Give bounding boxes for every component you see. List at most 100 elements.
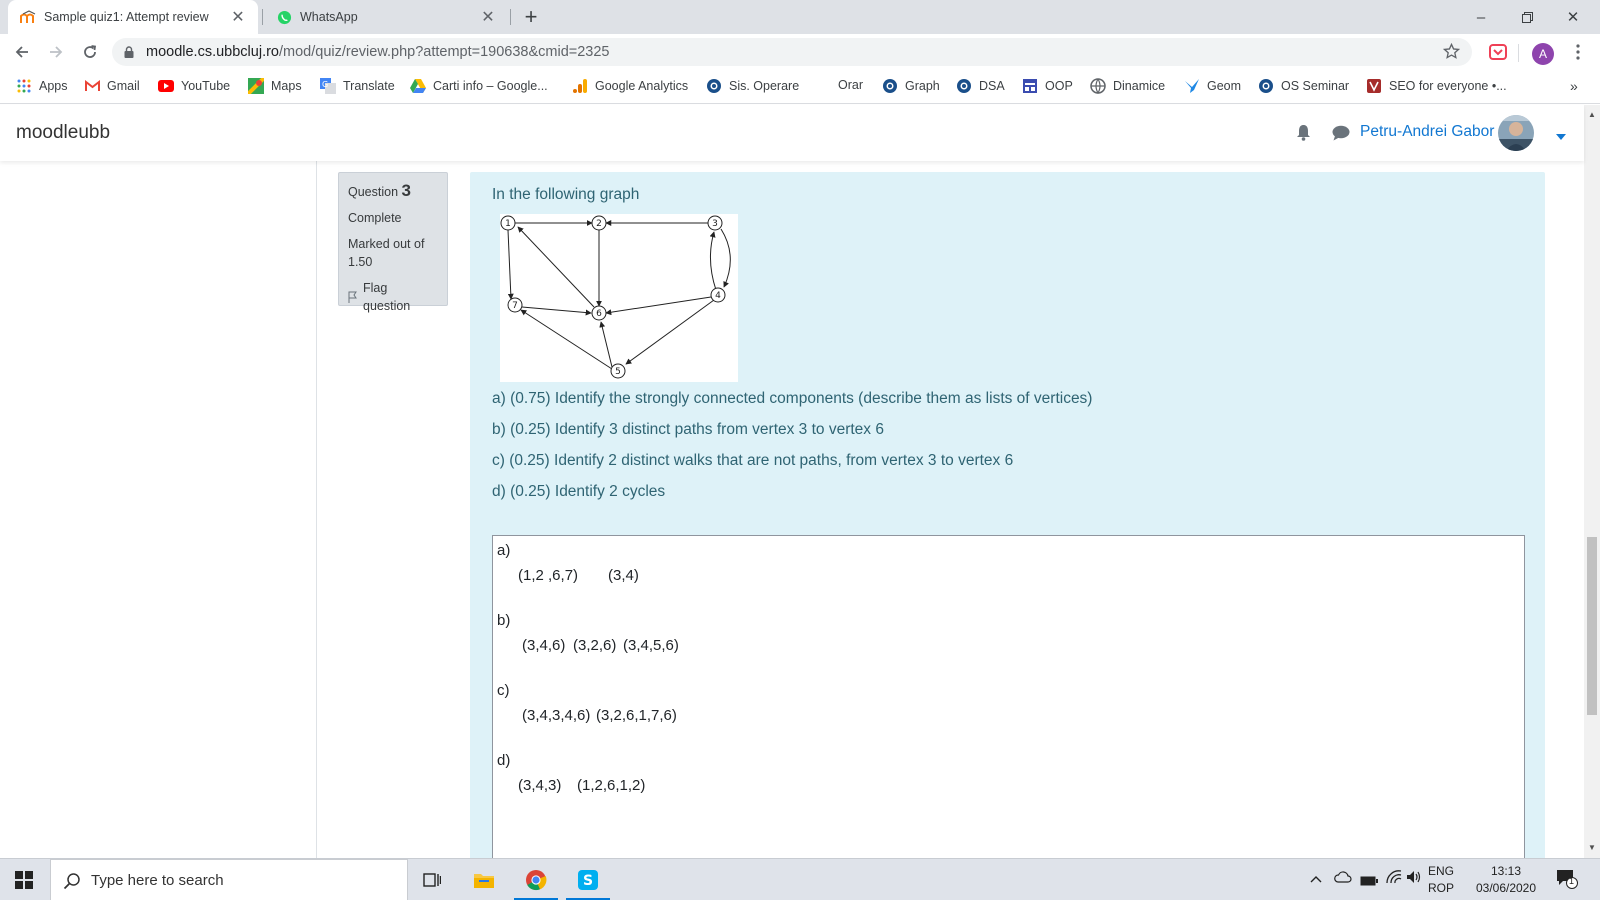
forward-icon[interactable] bbox=[42, 38, 70, 66]
page-scrollbar[interactable]: ▲ ▼ bbox=[1584, 105, 1600, 858]
flag-icon bbox=[348, 291, 358, 303]
onedrive-icon[interactable] bbox=[1334, 871, 1352, 888]
messages-icon[interactable] bbox=[1332, 125, 1350, 146]
site-brand[interactable]: moodleubb bbox=[16, 122, 110, 144]
bookmark-graph[interactable]: Graph bbox=[882, 78, 940, 94]
question-part-a: a) (0.75) Identify the strongly connecte… bbox=[492, 390, 1093, 407]
notification-bell-icon[interactable] bbox=[1296, 124, 1311, 146]
restore-icon[interactable] bbox=[1504, 0, 1550, 34]
bookmark-geom[interactable]: Geom bbox=[1184, 78, 1241, 94]
close-tab-icon[interactable]: ✕ bbox=[480, 7, 496, 27]
answer-value: (3,4,6) bbox=[522, 637, 566, 654]
show-hidden-icons-icon[interactable] bbox=[1310, 870, 1322, 886]
windows-taskbar: Type here to search S ENG ROP 13:13 03/0… bbox=[0, 858, 1600, 900]
seo-book-icon bbox=[1366, 78, 1382, 94]
edge-3-4 bbox=[720, 228, 731, 288]
browser-menu-icon[interactable] bbox=[1564, 38, 1592, 66]
close-tab-icon[interactable]: ✕ bbox=[230, 7, 246, 27]
bookmark-dsa[interactable]: DSA bbox=[956, 78, 1005, 94]
flag-label: Flag question bbox=[363, 281, 411, 313]
scroll-up-icon[interactable]: ▲ bbox=[1584, 107, 1600, 123]
close-window-icon[interactable]: ✕ bbox=[1550, 0, 1596, 34]
bookmark-seo[interactable]: SEO for everyone •... bbox=[1366, 78, 1507, 94]
bookmark-youtube[interactable]: YouTube bbox=[158, 78, 230, 94]
notifications-icon[interactable]: 1 bbox=[1556, 869, 1578, 892]
user-avatar[interactable] bbox=[1498, 115, 1534, 151]
bookmark-os-seminar[interactable]: OS Seminar bbox=[1258, 78, 1349, 94]
url-path: /mod/quiz/review.php?attempt=190638&cmid… bbox=[279, 44, 610, 60]
battery-icon[interactable] bbox=[1360, 873, 1378, 889]
wifi-icon[interactable] bbox=[1386, 870, 1402, 887]
language-indicator[interactable]: ENG ROP bbox=[1428, 863, 1454, 897]
star-icon[interactable] bbox=[1443, 43, 1460, 60]
edge-4-3 bbox=[709, 231, 717, 291]
answer-box[interactable]: a) (1,2 ,6,7) (3,4) b) (3,4,6) (3,2,6) (… bbox=[492, 535, 1525, 858]
answer-label-a: a) bbox=[497, 542, 511, 559]
question-grade: Marked out of 1.50 bbox=[348, 237, 425, 269]
edge-6-1 bbox=[517, 226, 595, 308]
skype-taskbar-icon[interactable]: S bbox=[564, 859, 612, 900]
user-name[interactable]: Petru-Andrei Gabor bbox=[1360, 123, 1494, 141]
new-tab-icon[interactable]: + bbox=[518, 4, 544, 30]
question-part-b: b) (0.25) Identify 3 distinct paths from… bbox=[492, 421, 884, 438]
bookmark-label: Apps bbox=[39, 79, 68, 93]
profile-avatar[interactable]: A bbox=[1532, 43, 1554, 65]
scroll-down-icon[interactable]: ▼ bbox=[1584, 840, 1600, 856]
question-label: Question bbox=[348, 185, 399, 199]
file-explorer-icon[interactable] bbox=[460, 859, 508, 900]
bookmark-label: DSA bbox=[979, 79, 1005, 93]
answer-value: (3,4) bbox=[608, 567, 639, 584]
chrome-taskbar-icon[interactable] bbox=[512, 859, 560, 900]
bookmark-label: YouTube bbox=[181, 79, 231, 93]
edge-1-7 bbox=[507, 229, 514, 300]
answer-value: (1,2 ,6,7) bbox=[518, 567, 579, 584]
more-bookmarks-icon[interactable]: » bbox=[1570, 78, 1578, 94]
answer-value: (3,2,6,1,7,6) bbox=[596, 707, 677, 724]
answer-label-d: d) bbox=[497, 752, 511, 769]
task-view-icon[interactable] bbox=[408, 859, 456, 900]
scroll-thumb[interactable] bbox=[1587, 537, 1597, 715]
bookmark-gmail[interactable]: Gmail bbox=[84, 78, 140, 94]
bookmark-dinamice[interactable]: Dinamice bbox=[1090, 78, 1165, 94]
search-icon bbox=[63, 872, 81, 890]
question-content: In the following graph 1 2 3 4 5 6 7 a) … bbox=[470, 172, 1545, 858]
bookmark-oop[interactable]: OOP bbox=[1022, 78, 1073, 94]
pocket-extension-icon[interactable] bbox=[1484, 38, 1512, 66]
taskbar-search-input[interactable]: Type here to search bbox=[50, 859, 408, 900]
flag-question-link[interactable]: Flag question bbox=[348, 279, 438, 315]
bookmark-label: Sis. Operare bbox=[729, 79, 800, 93]
bookmark-label: Carti info – Google... bbox=[433, 79, 548, 93]
graph-figure: 1 2 3 4 5 6 7 bbox=[500, 214, 738, 382]
bookmark-orar[interactable]: Orar bbox=[838, 78, 863, 92]
tab-separator bbox=[262, 9, 263, 25]
answer-value: (3,4,5,6) bbox=[623, 637, 679, 654]
whatsapp-icon bbox=[276, 9, 292, 25]
bookmark-carti-info[interactable]: Carti info – Google... bbox=[410, 78, 548, 94]
globe-icon bbox=[956, 78, 972, 94]
bookmark-label: Dinamice bbox=[1113, 79, 1166, 93]
answer-label-b: b) bbox=[497, 612, 511, 629]
question-part-d: d) (0.25) Identify 2 cycles bbox=[492, 483, 666, 500]
bookmark-translate[interactable]: G Translate bbox=[320, 78, 395, 94]
windows-start-icon[interactable] bbox=[0, 859, 48, 900]
bookmark-google-analytics[interactable]: Google Analytics bbox=[572, 78, 688, 94]
volume-icon[interactable] bbox=[1406, 870, 1422, 887]
node-label: 1 bbox=[505, 219, 511, 229]
reload-icon[interactable] bbox=[76, 38, 104, 66]
system-clock[interactable]: 13:13 03/06/2020 bbox=[1466, 863, 1546, 897]
bookmark-maps[interactable]: Maps bbox=[248, 78, 302, 94]
bookmark-label: Translate bbox=[343, 79, 395, 93]
bookmarks-bar: Apps Gmail YouTube Maps G Translate Carti… bbox=[0, 70, 1600, 104]
address-bar[interactable]: moodle.cs.ubbcluj.ro/mod/quiz/review.php… bbox=[112, 38, 1472, 66]
tab-quiz-review[interactable]: Sample quiz1: Attempt review ✕ bbox=[8, 0, 258, 34]
globe-icon bbox=[1258, 78, 1274, 94]
back-icon[interactable] bbox=[8, 38, 36, 66]
node-label: 2 bbox=[596, 219, 602, 229]
bookmark-sis-operare[interactable]: Sis. Operare bbox=[706, 78, 799, 94]
tab-whatsapp[interactable]: WhatsApp ✕ bbox=[264, 0, 508, 34]
clock-date: 03/06/2020 bbox=[1475, 881, 1537, 895]
user-menu-caret-icon[interactable] bbox=[1556, 127, 1566, 145]
bookmark-apps[interactable]: Apps bbox=[16, 78, 68, 94]
bookmark-label: Google Analytics bbox=[595, 79, 689, 93]
minimize-icon[interactable]: – bbox=[1458, 0, 1504, 34]
